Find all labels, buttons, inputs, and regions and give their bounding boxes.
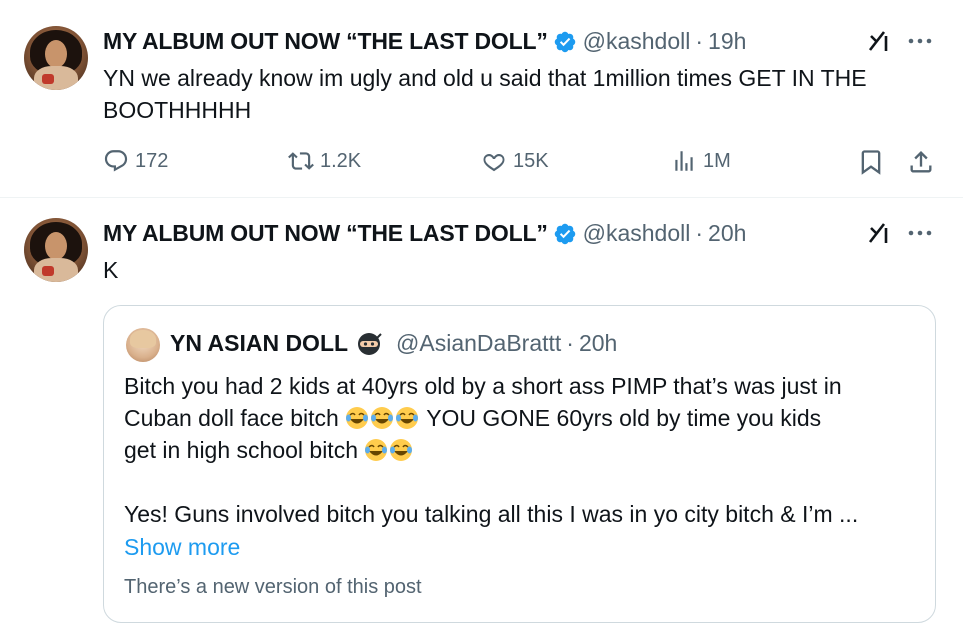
quoted-post[interactable]: YN ASIAN DOLL @AsianDaBrattt · 20h Bitch… (103, 305, 936, 623)
quoted-text: Bitch you had 2 kids at 40yrs old by a s… (124, 373, 859, 527)
quoted-avatar (126, 328, 160, 362)
tears-of-joy-emoji (371, 407, 394, 429)
handle[interactable]: @kashdoll (583, 220, 691, 247)
quoted-timestamp: 20h (578, 330, 618, 356)
tweet-text: K (103, 257, 119, 283)
separator: · (695, 220, 704, 246)
grok-icon[interactable] (866, 220, 892, 246)
handle[interactable]: @kashdoll (583, 28, 691, 55)
quoted-handle: @AsianDaBrattt (396, 330, 562, 356)
heart-icon (483, 153, 505, 172)
repost-count: 1.2K (320, 149, 362, 172)
show-more-link[interactable]: Show more (124, 534, 240, 561)
bookmark-icon[interactable] (857, 148, 885, 176)
reply-count: 172 (135, 149, 169, 172)
more-icon[interactable] (906, 220, 934, 246)
repost-icon (288, 152, 314, 170)
separator: · (566, 330, 574, 356)
display-name[interactable]: MY ALBUM OUT NOW “THE LAST DOLL” (103, 220, 548, 247)
like-button[interactable]: 15K (481, 148, 549, 174)
tweet-text: YN we already know im ugly and old u sai… (103, 65, 867, 123)
tweet-header: MY ALBUM OUT NOW “THE LAST DOLL” @kashdo… (103, 220, 746, 247)
reply-button[interactable]: 172 (103, 148, 168, 174)
avatar[interactable] (24, 218, 88, 282)
verified-badge-icon (554, 223, 575, 244)
more-icon[interactable] (906, 28, 934, 54)
views-icon (675, 151, 693, 171)
share-icon[interactable] (907, 148, 935, 176)
tears-of-joy-emoji (390, 439, 413, 461)
avatar[interactable] (24, 26, 88, 90)
reply-icon (104, 150, 128, 172)
repost-button[interactable]: 1.2K (288, 148, 361, 174)
quoted-header: YN ASIAN DOLL @AsianDaBrattt · 20h (170, 330, 617, 357)
like-count: 15K (513, 149, 549, 172)
new-version-notice: There’s a new version of this post (124, 576, 422, 598)
views-count: 1M (703, 149, 731, 172)
verified-badge-icon (554, 31, 575, 52)
tweet-header: MY ALBUM OUT NOW “THE LAST DOLL” @kashdo… (103, 28, 746, 55)
ninja-emoji (358, 332, 382, 355)
quoted-display-name: YN ASIAN DOLL (170, 330, 349, 356)
timestamp[interactable]: 19h (708, 28, 746, 55)
grok-icon[interactable] (866, 28, 892, 54)
tears-of-joy-emoji (365, 439, 388, 461)
display-name[interactable]: MY ALBUM OUT NOW “THE LAST DOLL” (103, 28, 548, 55)
tears-of-joy-emoji (346, 407, 369, 429)
separator: · (695, 28, 704, 54)
tears-of-joy-emoji (396, 407, 419, 429)
tweet-actions: 172 1.2K 15K 1M (103, 148, 943, 178)
tweet-1[interactable]: MY ALBUM OUT NOW “THE LAST DOLL” @kashdo… (0, 0, 963, 197)
views-button[interactable]: 1M (671, 148, 731, 174)
timestamp[interactable]: 20h (708, 220, 746, 247)
